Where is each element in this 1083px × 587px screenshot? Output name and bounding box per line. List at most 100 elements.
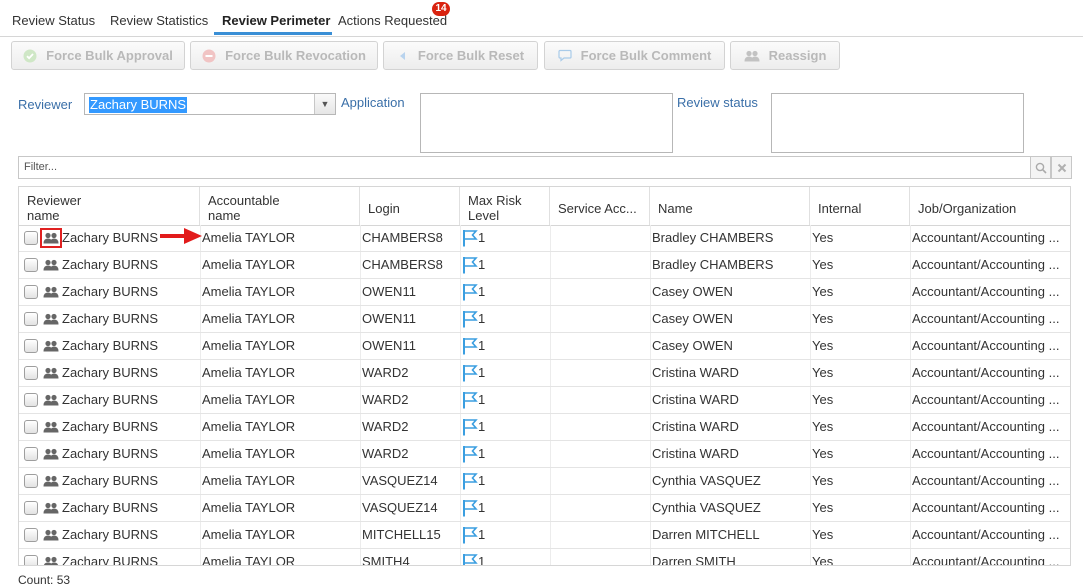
users-icon[interactable] <box>43 312 59 326</box>
users-icon[interactable] <box>43 474 59 488</box>
tab-review-perimeter[interactable]: Review Perimeter <box>222 13 330 28</box>
job-organization-cell: Accountant/Accounting ... <box>912 338 1060 353</box>
users-icon[interactable] <box>43 528 59 542</box>
row-checkbox[interactable] <box>24 447 38 461</box>
row-checkbox[interactable] <box>24 312 38 326</box>
users-icon[interactable] <box>43 285 59 299</box>
force-bulk-comment-button[interactable]: Force Bulk Comment <box>544 41 725 70</box>
force-bulk-reset-button[interactable]: Force Bulk Reset <box>383 41 538 70</box>
column-divider <box>650 387 651 413</box>
table-row[interactable]: Zachary BURNS 1 Amelia TAYLOR CHAMBERS8 Brad… <box>19 252 1070 279</box>
review-status-field[interactable] <box>771 93 1024 153</box>
search-icon[interactable] <box>1030 156 1051 179</box>
table-row[interactable]: Zachary BURNS 1 Amelia TAYLOR WARD2 Cristina… <box>19 360 1070 387</box>
clear-icon[interactable] <box>1051 156 1072 179</box>
flag-icon <box>462 310 478 328</box>
table-row[interactable]: Zachary BURNS 1 Amelia TAYLOR VASQUEZ14 Cynt… <box>19 495 1070 522</box>
tab-review-statistics[interactable]: Review Statistics <box>110 13 208 28</box>
users-icon[interactable] <box>43 501 59 515</box>
column-divider <box>460 549 461 565</box>
name-cell: Cristina WARD <box>652 365 739 380</box>
row-checkbox[interactable] <box>24 528 38 542</box>
col-max-risk-level[interactable]: Max Risk Level <box>460 187 550 225</box>
users-icon[interactable] <box>43 555 59 565</box>
service-account-cell <box>552 306 648 332</box>
row-checkbox[interactable] <box>24 285 38 299</box>
users-icon[interactable] <box>43 258 59 272</box>
row-checkbox[interactable] <box>24 258 38 272</box>
max-risk-level-cell: 1 <box>462 468 548 494</box>
users-icon[interactable] <box>43 339 59 353</box>
table-row[interactable]: Zachary BURNS 1 Amelia TAYLOR OWEN11 Casey O… <box>19 279 1070 306</box>
force-bulk-approval-button[interactable]: Force Bulk Approval <box>11 41 185 70</box>
column-divider <box>910 414 911 440</box>
reviewer-name-cell: Zachary BURNS <box>62 311 159 326</box>
grid-header: Reviewer name Accountable name Login Max… <box>19 187 1070 226</box>
table-row[interactable]: Zachary BURNS 1 Amelia TAYLOR SMITH4 Darren … <box>19 549 1070 565</box>
column-divider <box>360 306 361 332</box>
column-divider <box>550 549 551 565</box>
col-service-account[interactable]: Service Acc... <box>550 187 650 225</box>
login-cell: VASQUEZ14 <box>362 473 438 488</box>
table-row[interactable]: Zachary BURNS 1 Amelia TAYLOR WARD2 Cristina… <box>19 387 1070 414</box>
login-cell: VASQUEZ14 <box>362 500 438 515</box>
login-cell: WARD2 <box>362 419 409 434</box>
row-checkbox[interactable] <box>24 555 38 565</box>
users-icon[interactable] <box>43 366 59 380</box>
chevron-down-icon[interactable]: ▼ <box>314 94 335 114</box>
tab-review-status[interactable]: Review Status <box>12 13 95 28</box>
column-divider <box>200 414 201 440</box>
row-checkbox[interactable] <box>24 393 38 407</box>
col-reviewer-name[interactable]: Reviewer name <box>19 187 200 225</box>
col-internal[interactable]: Internal <box>810 187 910 225</box>
tab-actions-requested[interactable]: Actions Requested <box>338 13 447 28</box>
table-row[interactable]: Zachary BURNS 1 Amelia TAYLOR OWEN11 Casey O… <box>19 333 1070 360</box>
column-divider <box>460 468 461 494</box>
login-cell: CHAMBERS8 <box>362 257 443 272</box>
reviewer-name-cell: Zachary BURNS <box>62 500 159 515</box>
row-checkbox[interactable] <box>24 501 38 515</box>
table-row[interactable]: Zachary BURNS 1 Amelia TAYLOR WARD2 Cristina… <box>19 414 1070 441</box>
name-cell: Cynthia VASQUEZ <box>652 500 761 515</box>
row-checkbox[interactable] <box>24 231 38 245</box>
name-cell: Casey OWEN <box>652 338 733 353</box>
row-checkbox[interactable] <box>24 420 38 434</box>
flag-icon <box>462 526 478 544</box>
column-divider <box>810 306 811 332</box>
column-divider <box>200 549 201 565</box>
force-bulk-revocation-button[interactable]: Force Bulk Revocation <box>190 41 378 70</box>
minus-circle-icon <box>202 49 216 63</box>
column-divider <box>550 387 551 413</box>
table-row[interactable]: Zachary BURNS 1 Amelia TAYLOR VASQUEZ14 Cynt… <box>19 468 1070 495</box>
users-icon[interactable] <box>40 228 62 248</box>
users-icon[interactable] <box>43 393 59 407</box>
column-divider <box>650 522 651 548</box>
column-divider <box>200 468 201 494</box>
job-organization-cell: Accountant/Accounting ... <box>912 419 1060 434</box>
row-checkbox[interactable] <box>24 339 38 353</box>
row-checkbox[interactable] <box>24 366 38 380</box>
col-name[interactable]: Name <box>650 187 810 225</box>
users-icon[interactable] <box>43 420 59 434</box>
column-divider <box>460 279 461 305</box>
accountable-name-cell: Amelia TAYLOR <box>202 419 296 434</box>
row-checkbox[interactable] <box>24 474 38 488</box>
service-account-cell <box>552 387 648 413</box>
filter-input[interactable]: Filter... <box>18 156 1031 179</box>
max-risk-level-cell: 1 <box>462 441 548 467</box>
col-login[interactable]: Login <box>360 187 460 225</box>
table-row[interactable]: Zachary BURNS 1 Amelia TAYLOR OWEN11 Casey O… <box>19 306 1070 333</box>
users-icon[interactable] <box>43 447 59 461</box>
table-row[interactable]: Zachary BURNS 1 Amelia TAYLOR MITCHELL15 Dar… <box>19 522 1070 549</box>
reviewer-select[interactable]: Zachary BURNS ▼ <box>84 93 336 115</box>
column-divider <box>650 306 651 332</box>
risk-level-value: 1 <box>478 446 486 461</box>
reassign-button[interactable]: Reassign <box>730 41 840 70</box>
col-job-organization[interactable]: Job/Organization <box>910 187 1070 225</box>
table-row[interactable]: Zachary BURNS 1 Amelia TAYLOR WARD2 Cristina… <box>19 441 1070 468</box>
column-divider <box>650 495 651 521</box>
col-accountable-name[interactable]: Accountable name <box>200 187 360 225</box>
service-account-cell <box>552 441 648 467</box>
column-divider <box>200 360 201 386</box>
application-field[interactable] <box>420 93 673 153</box>
